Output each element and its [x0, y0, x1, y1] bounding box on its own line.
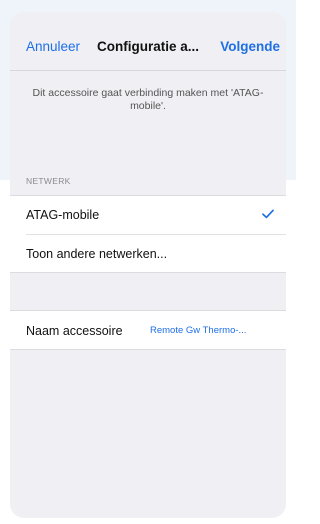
nav-divider: [10, 70, 286, 71]
accessory-name-label: Naam accessoire: [26, 324, 123, 338]
info-text: Dit accessoire gaat verbinding maken met…: [32, 87, 264, 112]
accessory-name-input[interactable]: [150, 325, 280, 336]
network-item-label: Toon andere netwerken...: [26, 247, 168, 261]
divider: [10, 349, 286, 350]
cancel-button[interactable]: Annuleer: [26, 39, 80, 54]
divider: [10, 310, 286, 311]
next-button[interactable]: Volgende: [220, 39, 280, 54]
configuration-sheet: Annuleer Configuratie a... Volgende Dit …: [10, 12, 286, 518]
network-list: ATAG-mobile Toon andere netwerken...: [10, 195, 286, 273]
network-section-header: NETWERK: [26, 176, 71, 186]
navigation-bar: Annuleer Configuratie a... Volgende: [10, 12, 286, 72]
checkmark-icon: [262, 209, 274, 219]
page-title: Configuratie a...: [97, 39, 200, 54]
network-item-label: ATAG-mobile: [26, 208, 100, 222]
accessory-name-row: Naam accessoire: [10, 310, 286, 350]
divider: [10, 272, 286, 273]
network-item-atag-mobile[interactable]: ATAG-mobile: [10, 195, 286, 235]
network-item-show-other[interactable]: Toon andere netwerken...: [10, 234, 286, 273]
